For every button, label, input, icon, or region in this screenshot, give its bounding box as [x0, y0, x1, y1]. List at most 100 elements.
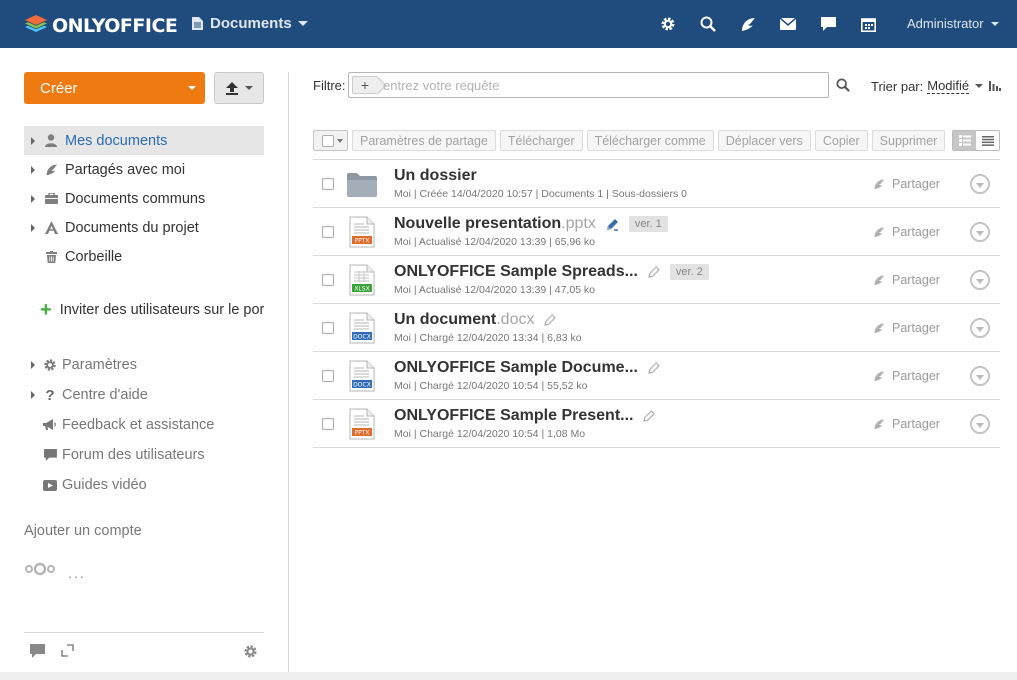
tree-item-shared-with-me[interactable]: Partagés avec moi — [24, 155, 264, 184]
expand-icon[interactable] — [61, 644, 74, 662]
search-input[interactable] — [383, 76, 823, 94]
search-icon[interactable] — [836, 78, 850, 97]
sharing-settings-button[interactable]: Paramètres de partage — [352, 130, 496, 151]
version-badge[interactable]: ver. 1 — [628, 216, 668, 232]
expand-arrow-icon[interactable] — [24, 194, 42, 203]
copy-button[interactable]: Copier — [814, 130, 868, 151]
delete-button[interactable]: Supprimer — [871, 130, 946, 151]
link-label: Guides vidéo — [62, 477, 147, 493]
edit-icon[interactable] — [643, 410, 656, 422]
select-all-dropdown[interactable] — [313, 130, 348, 151]
sort-control[interactable]: Trier par: Modifié — [871, 78, 1002, 94]
file-name[interactable]: Un dossier — [394, 167, 477, 185]
file-name[interactable]: ONLYOFFICE Sample Spreads... ver. 2 — [394, 263, 709, 281]
more-accounts-icon[interactable]: ... — [68, 565, 86, 581]
logo[interactable]: ONLYOFFICE — [24, 11, 178, 40]
version-badge[interactable]: ver. 2 — [669, 264, 709, 280]
plus-icon: + — [360, 77, 370, 93]
row-checkbox[interactable] — [322, 418, 334, 430]
file-meta: Moi | Chargé 12/04/2020 10:54 | 55,52 ko — [394, 380, 588, 392]
upload-button[interactable] — [214, 72, 264, 104]
list-view-icon[interactable] — [953, 131, 976, 150]
chevron-down-icon — [297, 21, 308, 26]
tree-item-trash[interactable]: Corbeille — [24, 242, 264, 271]
invite-users-link[interactable]: + Inviter des utilisateurs sur le portai… — [40, 300, 264, 320]
user-menu[interactable]: Administrator — [907, 16, 999, 31]
chevron-down-icon — [337, 138, 343, 143]
add-filter-button[interactable]: + — [352, 76, 378, 94]
edit-icon[interactable] — [606, 218, 619, 231]
share-button[interactable]: Partager — [873, 225, 940, 239]
row-checkbox[interactable] — [322, 274, 334, 286]
move-to-button[interactable]: Déplacer vers — [717, 130, 811, 151]
link-help-center[interactable]: ? Centre d'aide — [24, 380, 264, 410]
share-button[interactable]: Partager — [873, 177, 940, 191]
table-row[interactable]: PPTX Nouvelle presentation .pptx ver. 1 M… — [313, 208, 1000, 256]
file-name[interactable]: Un document .docx — [394, 311, 557, 329]
row-checkbox[interactable] — [322, 226, 334, 238]
sort-value[interactable]: Modifié — [927, 78, 970, 94]
chevron-down-icon — [976, 182, 984, 188]
table-row[interactable]: XLSX ONLYOFFICE Sample Spreads... ver. 2… — [313, 256, 1000, 304]
module-switcher[interactable]: Documents — [192, 15, 308, 32]
expand-arrow-icon[interactable] — [24, 391, 42, 399]
calendar-icon[interactable] — [848, 14, 888, 34]
file-name[interactable]: ONLYOFFICE Sample Docume... — [394, 359, 660, 377]
row-menu-button[interactable] — [970, 270, 990, 290]
share-button[interactable]: Partager — [873, 369, 940, 383]
pptx-file-icon: PPTX — [347, 408, 377, 440]
row-menu-button[interactable] — [970, 318, 990, 338]
create-button[interactable]: Créer — [24, 72, 205, 104]
share-button[interactable]: Partager — [873, 273, 940, 287]
edit-icon[interactable] — [648, 266, 660, 278]
feed-icon[interactable] — [728, 14, 768, 34]
gear-icon[interactable] — [648, 14, 688, 34]
chat-icon[interactable] — [808, 14, 848, 34]
row-menu-button[interactable] — [970, 222, 990, 242]
file-name[interactable]: ONLYOFFICE Sample Present... — [394, 407, 656, 425]
compact-view-icon[interactable] — [976, 131, 999, 150]
download-as-button[interactable]: Télécharger comme — [586, 130, 714, 151]
expand-arrow-icon[interactable] — [24, 165, 42, 174]
table-row[interactable]: DOCX ONLYOFFICE Sample Docume... Moi | C… — [313, 352, 1000, 400]
tree-item-my-documents[interactable]: Mes documents — [24, 126, 264, 155]
row-menu-button[interactable] — [970, 366, 990, 386]
chevron-down-icon — [976, 230, 984, 236]
sort-direction-icon[interactable] — [989, 79, 1002, 94]
video-icon — [42, 479, 58, 491]
file-title: Nouvelle presentation — [394, 215, 562, 232]
expand-arrow-icon[interactable] — [24, 223, 42, 232]
share-button[interactable]: Partager — [873, 321, 940, 335]
expand-arrow-icon[interactable] — [24, 136, 42, 145]
table-row[interactable]: Un dossier Moi | Créée 14/04/2020 10:57 … — [313, 160, 1000, 208]
gear-icon[interactable] — [243, 644, 258, 664]
link-forum[interactable]: Forum des utilisateurs — [24, 440, 264, 470]
link-settings[interactable]: Paramètres — [24, 350, 264, 380]
tree-item-project-documents[interactable]: Documents du projet — [24, 213, 264, 242]
expand-arrow-icon[interactable] — [24, 361, 42, 369]
filter-box[interactable]: + — [348, 72, 829, 98]
search-icon[interactable] — [688, 14, 728, 34]
row-checkbox[interactable] — [322, 178, 334, 190]
mail-icon[interactable] — [768, 14, 808, 34]
row-menu-button[interactable] — [970, 174, 990, 194]
file-name[interactable]: Nouvelle presentation .pptx ver. 1 — [394, 215, 668, 233]
chevron-down-icon — [975, 84, 984, 88]
table-row[interactable]: DOCX Un document .docx Moi | Chargé 12/04… — [313, 304, 1000, 352]
row-menu-button[interactable] — [970, 414, 990, 434]
tree-item-common-documents[interactable]: Documents communs — [24, 184, 264, 213]
link-video-guides[interactable]: Guides vidéo — [24, 470, 264, 500]
share-icon — [874, 275, 885, 286]
edit-icon[interactable] — [648, 362, 660, 374]
tree-item-label: Mes documents — [65, 132, 168, 149]
table-row[interactable]: PPTX ONLYOFFICE Sample Present... Moi | … — [313, 400, 1000, 448]
select-all-checkbox[interactable] — [322, 134, 334, 147]
nextcloud-account[interactable]: ... — [24, 557, 86, 581]
row-checkbox[interactable] — [322, 370, 334, 382]
chat-icon[interactable] — [30, 644, 45, 663]
download-button[interactable]: Télécharger — [499, 130, 583, 151]
share-button[interactable]: Partager — [873, 417, 940, 431]
edit-icon[interactable] — [544, 314, 557, 326]
link-feedback[interactable]: Feedback et assistance — [24, 410, 264, 440]
row-checkbox[interactable] — [322, 322, 334, 334]
